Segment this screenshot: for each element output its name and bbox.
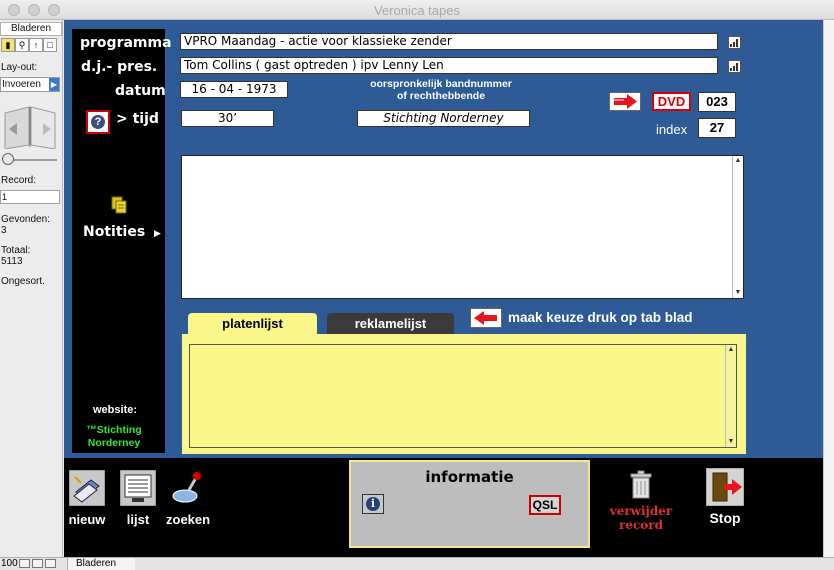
- new-record-button[interactable]: nieuw: [68, 469, 106, 527]
- notes-textarea[interactable]: ▲ ▼: [181, 155, 744, 299]
- browse-tool-icon[interactable]: ▮: [1, 38, 15, 52]
- window-scrollbar[interactable]: [823, 20, 834, 557]
- arrow-left-icon: [474, 311, 497, 325]
- question-icon: ?: [91, 115, 105, 129]
- zoom-level[interactable]: 100: [1, 558, 18, 569]
- triangle-right-icon: ▶: [154, 228, 161, 238]
- toggle-status-area-icon[interactable]: [45, 559, 56, 568]
- delete-record-button[interactable]: verwijder record: [606, 470, 676, 532]
- bottom-mode-label: Bladeren: [67, 558, 135, 570]
- zoom-out-icon[interactable]: [19, 559, 30, 568]
- oorspronkelijk-line1: oorspronkelijk bandnummer: [370, 78, 512, 90]
- mode-label: Bladeren: [0, 22, 62, 36]
- tab-platenlijst[interactable]: platenlijst: [188, 313, 317, 334]
- scroll-down-icon[interactable]: ▼: [734, 289, 742, 297]
- tab-hint-text: maak keuze druk op tab blad: [508, 310, 693, 325]
- list-view-icon: [119, 469, 157, 507]
- form-content: programma d.j.- pres. datum ? > tijd Not…: [64, 20, 834, 557]
- go-dvd-button[interactable]: [609, 92, 641, 111]
- tijd-field[interactable]: 30’: [181, 110, 274, 127]
- zoom-in-icon[interactable]: [32, 559, 43, 568]
- exit-door-icon: [706, 468, 744, 506]
- index-label: index: [656, 122, 688, 137]
- programma-label: programma: [80, 35, 172, 51]
- notities-label[interactable]: Notities: [83, 224, 145, 240]
- documents-icon[interactable]: [111, 196, 127, 214]
- record-book-icon[interactable]: [3, 105, 57, 149]
- notes-scrollbar[interactable]: ▲ ▼: [732, 156, 743, 298]
- record-number-input[interactable]: 1: [0, 190, 60, 204]
- layout-label: Lay-out:: [1, 62, 38, 73]
- delete-record-label-2: record: [619, 518, 663, 532]
- dj-lookup-button[interactable]: [728, 60, 741, 73]
- programma-field[interactable]: VPRO Maandag - actie voor klassieke zend…: [180, 33, 718, 50]
- platenlijst-panel: ▲ ▼: [182, 334, 746, 454]
- layout-select[interactable]: Invoeren ▶: [0, 77, 60, 92]
- help-button[interactable]: ?: [86, 110, 110, 134]
- tab-hint-arrow: [470, 308, 502, 328]
- search-label: zoeken: [166, 512, 211, 527]
- title-bar: Veronica tapes: [0, 0, 834, 20]
- found-value: 3: [1, 225, 7, 236]
- layout-tool-icon[interactable]: ↑: [29, 38, 43, 52]
- oorspronkelijk-label: oorspronkelijk bandnummer of rechthebben…: [356, 78, 526, 102]
- record-panel: programma d.j.- pres. datum ? > tijd Not…: [64, 20, 823, 458]
- record-label: Record:: [1, 175, 37, 186]
- mode-tools: ▮ ⚲ ↑ □: [1, 38, 57, 52]
- window-title: Veronica tapes: [373, 3, 460, 18]
- total-value: 5113: [1, 256, 23, 267]
- info-icon: i: [366, 497, 380, 511]
- sort-state: Ongesort.: [1, 276, 45, 287]
- scroll-up-icon[interactable]: ▲: [727, 346, 735, 354]
- index-field[interactable]: 27: [698, 118, 736, 138]
- scroll-down-icon[interactable]: ▼: [727, 438, 735, 446]
- website-link[interactable]: ™Stichting Norderney: [80, 424, 148, 450]
- bar-chart-icon: [730, 63, 738, 71]
- list-button[interactable]: lijst: [119, 469, 157, 527]
- programma-lookup-button[interactable]: [728, 36, 741, 49]
- portal-scrollbar[interactable]: ▲ ▼: [725, 345, 736, 447]
- search-icon: [172, 472, 201, 503]
- app-window: Veronica tapes Bladeren ▮ ⚲ ↑ □ Lay-out:…: [0, 0, 834, 570]
- search-button[interactable]: zoeken: [166, 470, 211, 527]
- list-label: lijst: [126, 512, 150, 527]
- info-panel: informatie i QSL: [349, 460, 590, 548]
- tab-reklamelijst[interactable]: reklamelijst: [327, 313, 454, 334]
- new-record-label: nieuw: [68, 512, 106, 527]
- dvd-number-field[interactable]: 023: [698, 92, 736, 112]
- dvd-label: DVD: [652, 92, 691, 111]
- arrow-right-icon: [612, 94, 637, 109]
- oorspronkelijk-line2: of rechthebbende: [396, 90, 486, 102]
- rechthebbende-field[interactable]: Stichting Norderney: [357, 110, 530, 127]
- info-title: informatie: [425, 468, 514, 486]
- scroll-up-icon[interactable]: ▲: [734, 157, 742, 165]
- bottom-toolbar: nieuw lijst zoeken informatie i QSL verw…: [64, 458, 823, 557]
- tijd-label: > tijd: [116, 111, 159, 127]
- status-area: Bladeren ▮ ⚲ ↑ □ Lay-out: Invoeren ▶ Rec…: [0, 20, 63, 557]
- datum-field[interactable]: 16 - 04 - 1973: [180, 81, 288, 98]
- layout-select-value: Invoeren: [2, 79, 41, 90]
- trash-icon: [630, 470, 652, 499]
- found-label: Gevonden:: [1, 214, 50, 225]
- dj-field[interactable]: Tom Collins ( gast optreden ) ipv Lenny …: [180, 57, 718, 74]
- delete-record-label-1: verwijder: [609, 504, 673, 518]
- find-tool-icon[interactable]: ⚲: [15, 38, 29, 52]
- platenlijst-portal[interactable]: ▲ ▼: [189, 344, 737, 448]
- qsl-button[interactable]: QSL: [529, 495, 561, 515]
- stop-label: Stop: [709, 510, 741, 526]
- chevron-right-icon: ▶: [49, 78, 59, 91]
- website-label: website:: [93, 404, 138, 416]
- dj-label: d.j.- pres.: [81, 59, 158, 75]
- record-slider-knob[interactable]: [2, 153, 14, 165]
- new-record-icon: [68, 469, 106, 507]
- bottom-status-bar: 100 Bladeren: [0, 557, 834, 570]
- total-label: Totaal:: [1, 245, 31, 256]
- info-button[interactable]: i: [362, 494, 384, 514]
- preview-tool-icon[interactable]: □: [43, 38, 57, 52]
- datum-label: datum: [115, 83, 166, 99]
- bar-chart-icon: [730, 39, 738, 47]
- stop-button[interactable]: Stop: [700, 468, 750, 526]
